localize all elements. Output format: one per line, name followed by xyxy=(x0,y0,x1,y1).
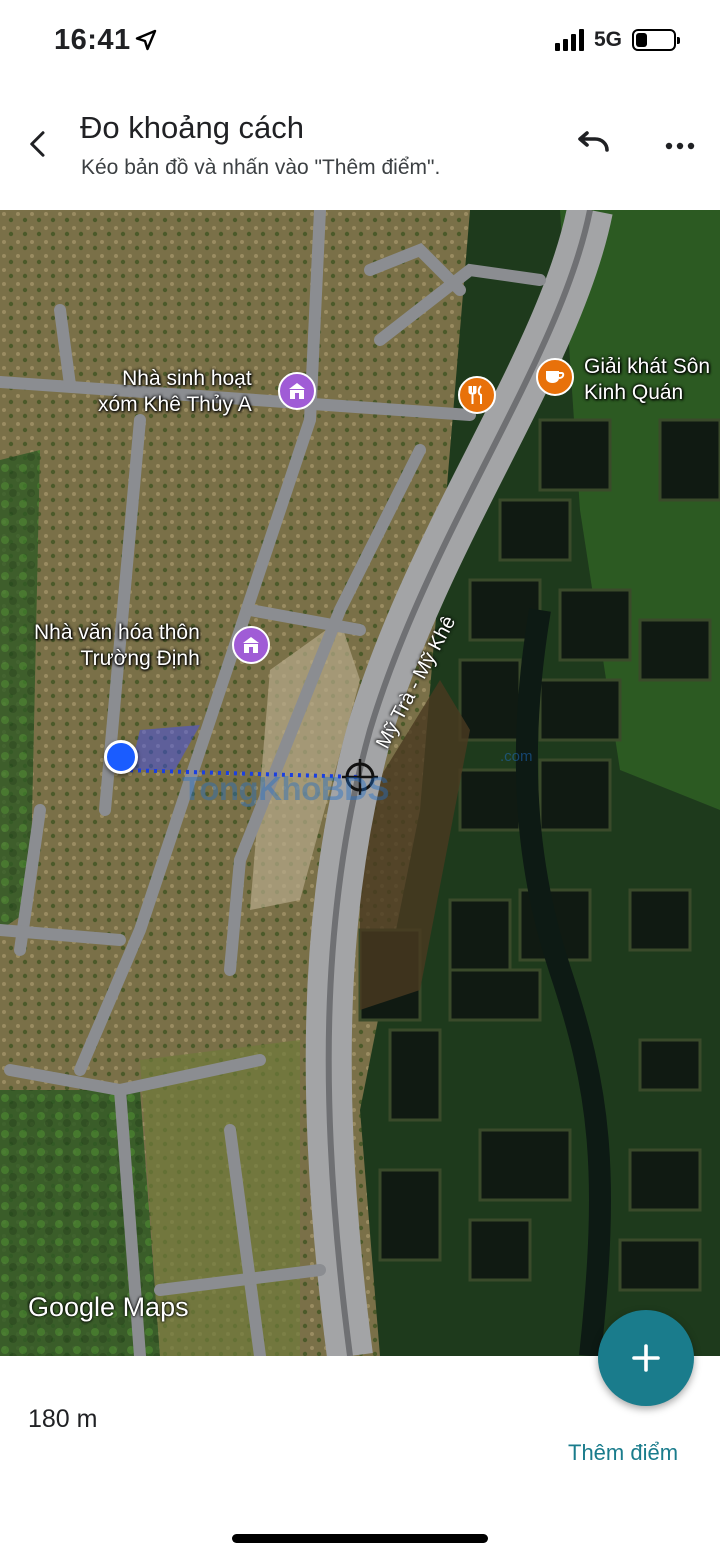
undo-icon xyxy=(578,131,609,152)
page-title: Đo khoảng cách xyxy=(80,110,305,145)
watermark: TongKhoBDS xyxy=(182,770,390,807)
poi-label-khe-thuy[interactable]: Nhà sinh hoạt xóm Khê Thủy A xyxy=(98,366,252,418)
measured-distance: 180 m xyxy=(28,1405,98,1433)
status-bar: 16:41 5G xyxy=(0,0,720,84)
plus-icon xyxy=(632,1344,660,1372)
poi-label-giai-khat[interactable]: Giải khát Sôn Kinh Quán xyxy=(584,354,710,406)
more-horiz-icon xyxy=(665,142,695,150)
status-time: 16:41 xyxy=(54,24,131,56)
watermark-suffix: .com xyxy=(500,748,533,765)
home-indicator[interactable] xyxy=(232,1534,488,1543)
more-options-button[interactable] xyxy=(656,122,704,170)
satellite-map[interactable]: Nhà sinh hoạt xóm Khê Thủy A Nhà văn hóa… xyxy=(0,210,720,1356)
cafe-icon[interactable] xyxy=(536,358,574,396)
community-building-icon[interactable] xyxy=(232,626,270,664)
network-type: 5G xyxy=(593,28,622,51)
restaurant-icon[interactable] xyxy=(458,376,496,414)
page-subtitle: Kéo bản đồ và nhấn vào "Thêm điểm". xyxy=(81,156,441,179)
battery-icon xyxy=(632,29,680,51)
signal-icon xyxy=(554,29,584,51)
community-building-icon[interactable] xyxy=(278,372,316,410)
arrow-back-icon xyxy=(30,131,45,157)
add-point-fab[interactable] xyxy=(598,1310,694,1406)
undo-button[interactable] xyxy=(568,122,616,170)
google-maps-logo: Google Maps xyxy=(28,1292,189,1322)
add-point-button[interactable]: Thêm điểm xyxy=(568,1440,678,1466)
poi-label-truong-dinh[interactable]: Nhà văn hóa thôn Trường Định xyxy=(34,620,200,672)
measure-start-point xyxy=(104,740,138,774)
app-header: Đo khoảng cách Kéo bản đồ và nhấn vào "T… xyxy=(0,84,720,210)
location-arrow-icon xyxy=(135,29,157,51)
back-button[interactable] xyxy=(14,120,62,168)
status-indicators: 5G xyxy=(554,28,680,52)
